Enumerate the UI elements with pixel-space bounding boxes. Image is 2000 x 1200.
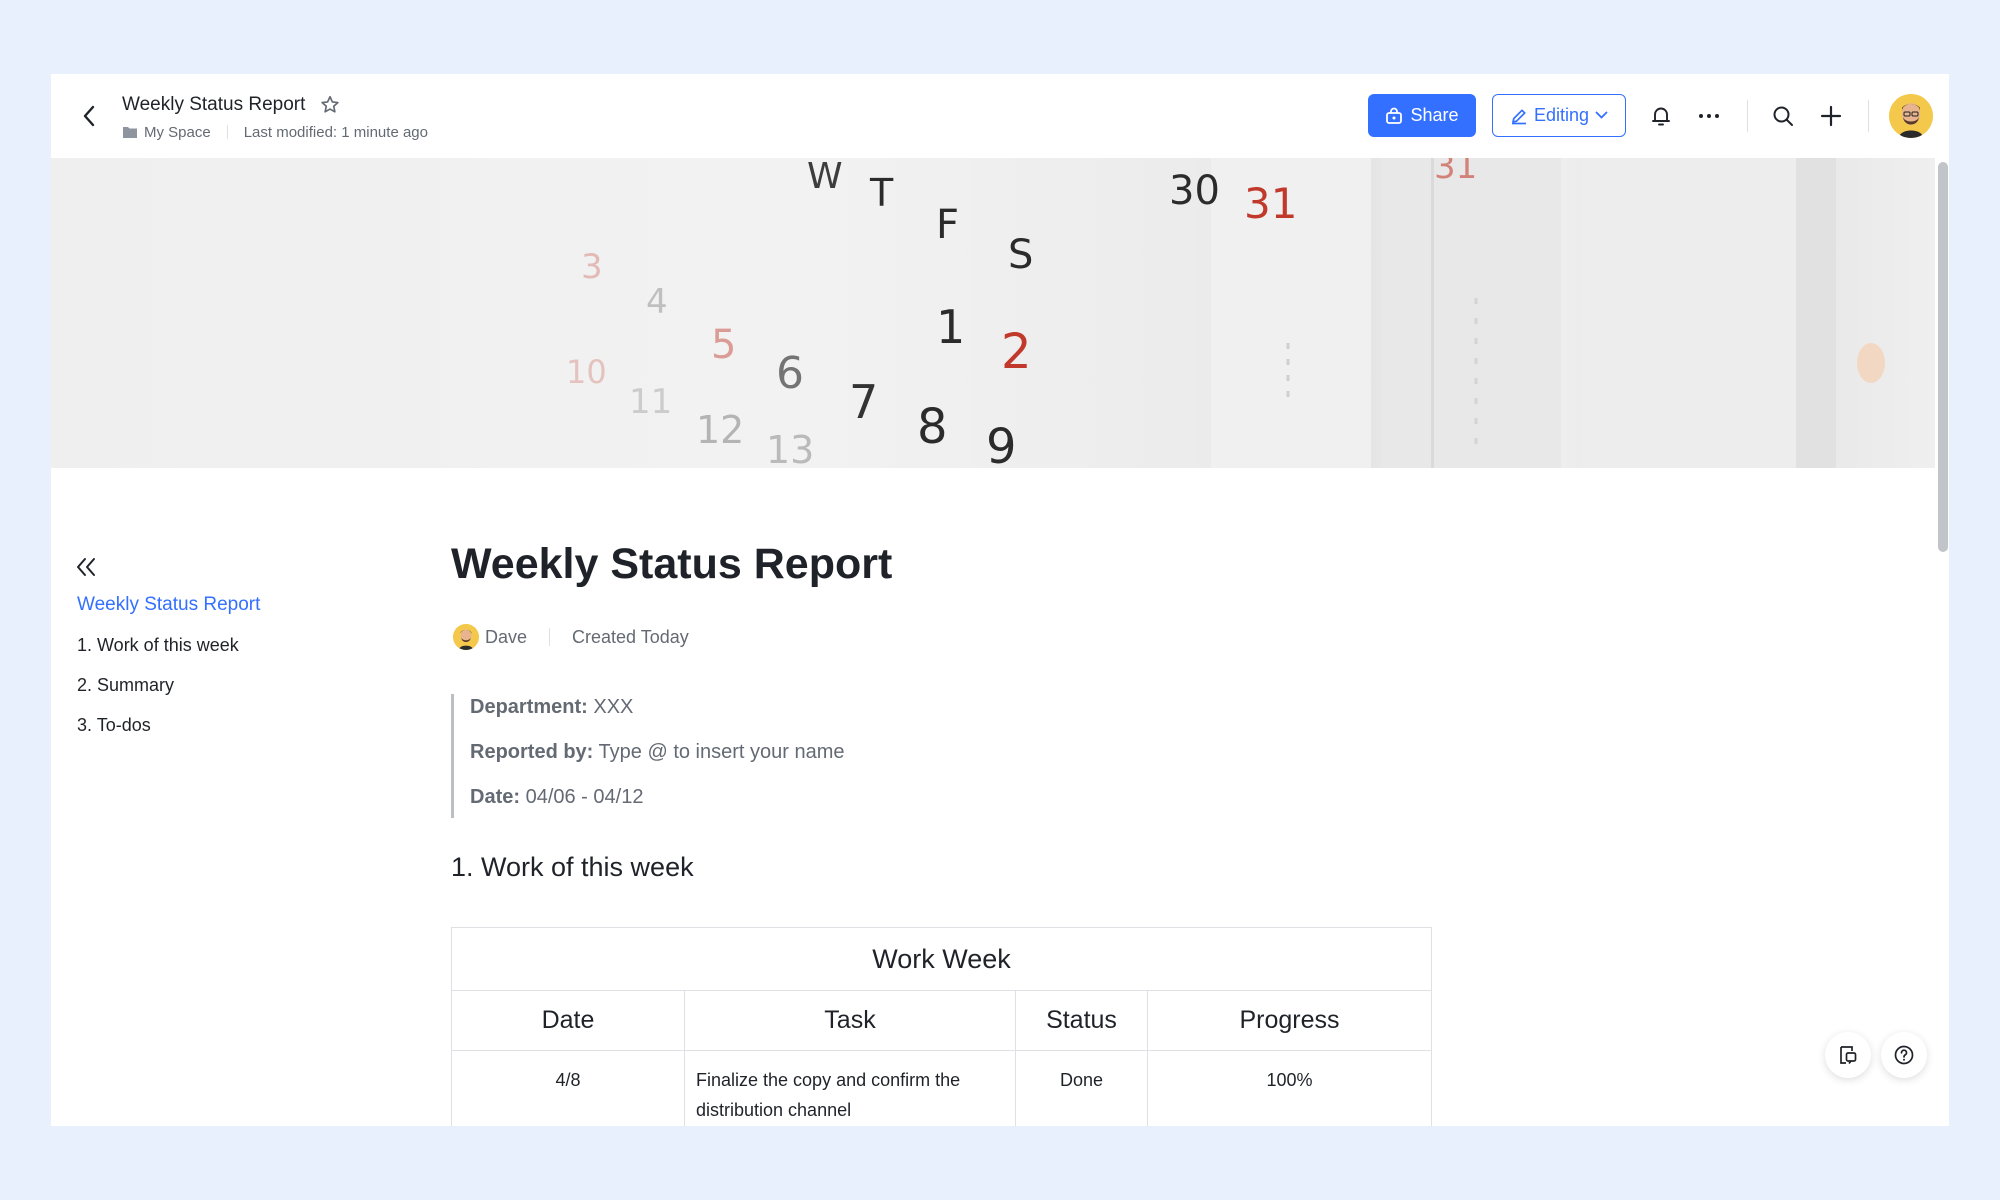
banner-number: 1 (936, 300, 965, 354)
user-avatar[interactable] (1889, 94, 1933, 138)
cell-date[interactable]: 4/8 (451, 1050, 685, 1126)
reported-by-value: Type @ to insert your name (593, 741, 845, 763)
department-value: XXX (587, 696, 634, 718)
created-date: Created Today (572, 626, 689, 647)
page-title[interactable]: Weekly Status Report (451, 540, 892, 589)
share-lock-icon (1386, 107, 1403, 124)
outline-item-work[interactable]: 1. Work of this week (77, 634, 260, 674)
date-value: 04/06 - 04/12 (520, 786, 644, 808)
banner-number: W (807, 158, 843, 197)
help-button[interactable] (1881, 1032, 1927, 1078)
banner-number: 30 (1169, 168, 1220, 214)
more-horizontal-icon (1699, 114, 1719, 118)
top-bar: Weekly Status Report My Space Last modif… (51, 74, 1949, 158)
column-header-date[interactable]: Date (451, 990, 685, 1051)
calendar-cover-graphic: W T F S 30 31 31 1 2 6 7 8 9 5 12 13 4 3… (566, 158, 1885, 468)
column-header-task[interactable]: Task (684, 990, 1016, 1051)
banner-number: 11 (629, 382, 672, 422)
notification-button[interactable] (1646, 101, 1676, 131)
column-header-status[interactable]: Status (1015, 990, 1148, 1051)
banner-number: 31 (1244, 179, 1297, 228)
banner-number: 8 (917, 399, 948, 455)
banner-number: 13 (766, 428, 814, 468)
editing-label: Editing (1533, 105, 1590, 125)
avatar-face-icon (453, 624, 479, 650)
table-row: 4/8 Finalize the copy and confirm the di… (451, 1050, 1433, 1126)
more-button[interactable] (1694, 101, 1724, 131)
share-label: Share (1410, 105, 1459, 125)
date-label: Date: (470, 786, 521, 808)
cell-task[interactable]: Finalize the copy and confirm the distri… (684, 1050, 1016, 1126)
header-divider (1747, 100, 1748, 132)
banner-number: 4 (646, 282, 668, 322)
banner-number: 9 (986, 419, 1017, 468)
plus-icon (1820, 105, 1842, 127)
outline-item-title[interactable]: Weekly Status Report (77, 594, 260, 634)
department-label: Department: (470, 696, 588, 718)
banner-number: 6 (776, 348, 804, 399)
avatar-face-icon (1889, 94, 1933, 138)
chevron-left-icon (83, 105, 95, 127)
banner-number: T (869, 171, 894, 215)
banner-number: 2 (1001, 324, 1032, 380)
last-modified: Last modified: 1 minute ago (243, 123, 428, 141)
star-icon[interactable] (319, 94, 341, 116)
outline-item-summary[interactable]: 2. Summary (77, 674, 260, 714)
banner-number: 12 (696, 408, 744, 452)
cell-status[interactable]: Done (1015, 1050, 1148, 1126)
search-button[interactable] (1768, 101, 1798, 131)
location-link[interactable]: My Space (144, 124, 211, 141)
bell-icon (1652, 107, 1670, 126)
comments-panel-button[interactable] (1825, 1032, 1871, 1078)
banner-number: 7 (849, 375, 878, 429)
section-heading-work[interactable]: 1. Work of this week (451, 852, 694, 883)
chevron-down-icon (1595, 111, 1608, 119)
pencil-icon (1511, 108, 1526, 124)
double-chevron-left-icon (77, 558, 95, 576)
document-comment-icon (1840, 1046, 1857, 1065)
work-week-table[interactable]: Work Week Date Task Status Progress 4/8 … (450, 927, 1433, 1126)
vertical-scrollbar[interactable] (1935, 158, 1949, 1126)
help-icon (1894, 1045, 1914, 1065)
column-header-progress[interactable]: Progress (1146, 990, 1433, 1051)
folder-icon (123, 127, 137, 138)
collapse-outline-button[interactable] (73, 554, 99, 580)
share-button[interactable]: Share (1368, 94, 1476, 137)
banner-number: 10 (566, 353, 607, 391)
create-button[interactable] (1816, 101, 1846, 131)
editing-mode-dropdown[interactable]: Editing (1492, 94, 1626, 137)
meta-divider (226, 125, 228, 139)
author-divider (549, 628, 551, 646)
banner-number: S (1008, 232, 1033, 278)
search-icon (1773, 106, 1793, 126)
author-avatar[interactable] (453, 624, 479, 650)
banner-number: 31 (1434, 158, 1477, 187)
doc-meta: My Space Last modified: 1 minute ago (122, 122, 428, 142)
reported-by-line: Reported by: Type @ to insert your name (470, 739, 845, 784)
banner-number: 3 (581, 247, 603, 287)
table-title[interactable]: Work Week (450, 927, 1433, 991)
cover-image[interactable]: W T F S 30 31 31 1 2 6 7 8 9 5 12 13 4 3… (51, 158, 1935, 468)
banner-number: F (936, 202, 959, 248)
department-line: Department: XXX (470, 694, 845, 739)
author-name[interactable]: Dave (485, 627, 527, 648)
header-divider (1868, 100, 1869, 132)
back-button[interactable] (75, 102, 103, 130)
info-quote-block[interactable]: Department: XXX Reported by: Type @ to i… (451, 694, 845, 818)
document-outline: Weekly Status Report 1. Work of this wee… (77, 594, 260, 754)
doc-title[interactable]: Weekly Status Report (122, 94, 305, 116)
document-window: Weekly Status Report My Space Last modif… (51, 74, 1949, 1126)
banner-number: 5 (711, 322, 736, 368)
date-line: Date: 04/06 - 04/12 (470, 784, 845, 829)
scrollbar-thumb[interactable] (1938, 162, 1948, 552)
outline-item-todos[interactable]: 3. To-dos (77, 714, 260, 754)
author-info: Dave Created Today (453, 623, 689, 651)
cell-progress[interactable]: 100% (1146, 1050, 1433, 1126)
reported-by-label: Reported by: (470, 741, 594, 763)
